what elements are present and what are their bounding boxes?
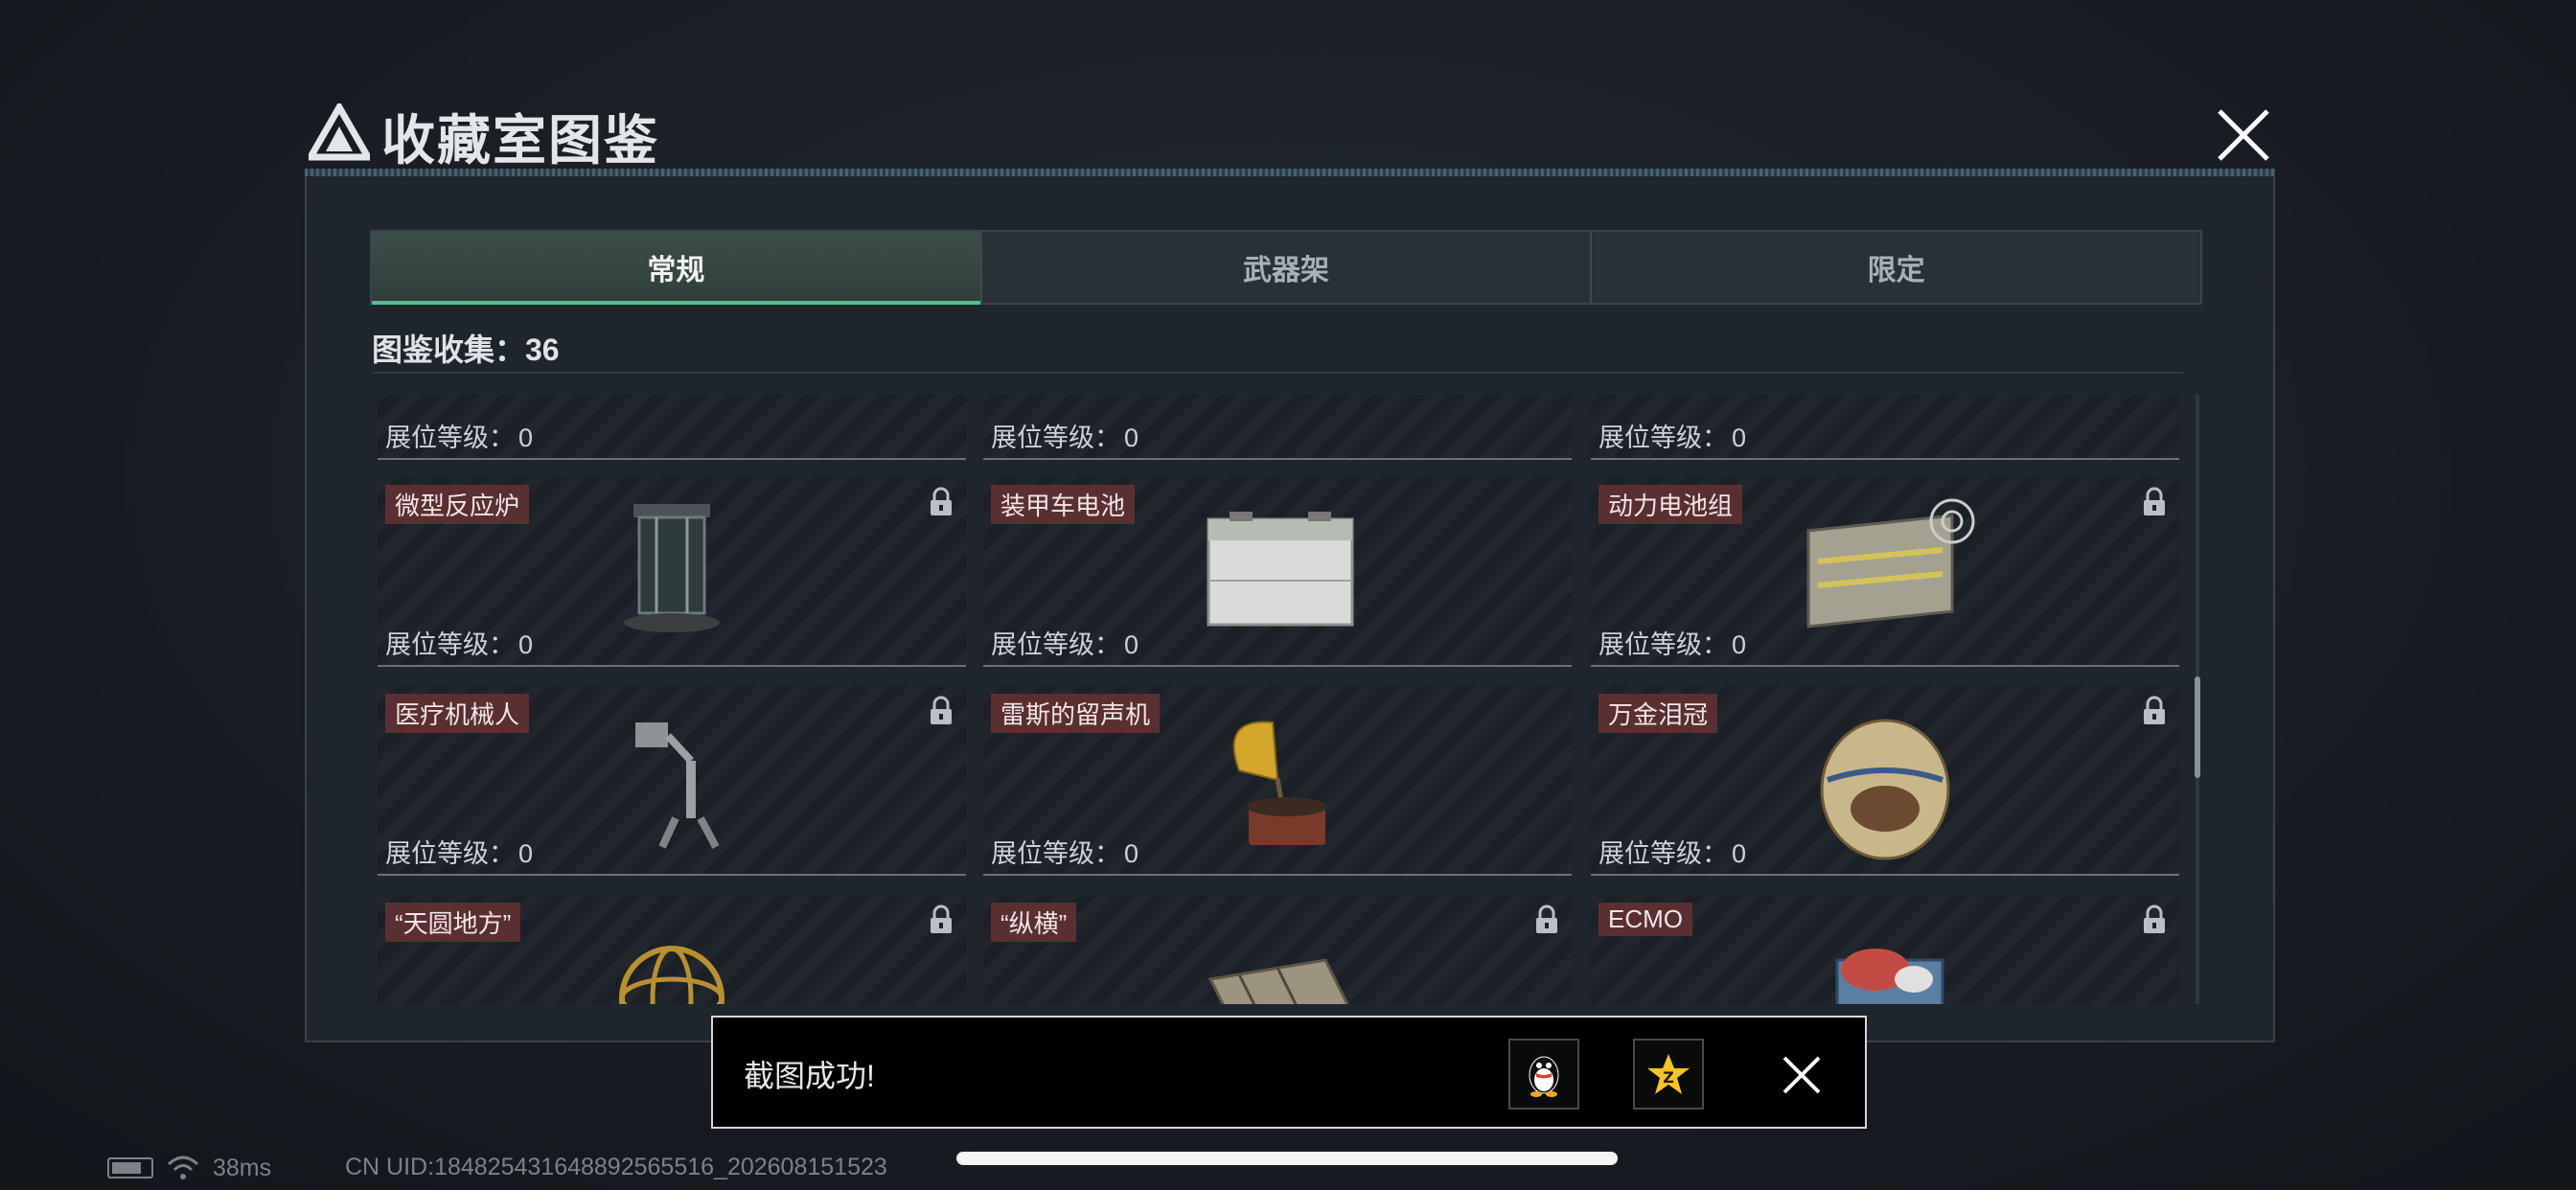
- level-value: 0: [518, 630, 534, 659]
- collection-card[interactable]: 装甲车电池展位等级： 0: [983, 477, 1572, 667]
- partial-item-icon: [576, 395, 768, 450]
- lock-icon: [2144, 904, 2165, 933]
- robot-icon: [635, 722, 720, 849]
- tab-limited[interactable]: 限定: [1592, 232, 2200, 303]
- qzone-star-icon: Z: [1647, 1054, 1690, 1094]
- collection-card[interactable]: ECMO展位等级：0: [1591, 895, 2179, 1004]
- level-label: 展位等级：: [385, 839, 515, 868]
- card-level: 展位等级： 0: [1598, 833, 1746, 870]
- home-indicator[interactable]: [956, 1152, 1618, 1165]
- modal-header: 收藏室图鉴: [305, 92, 2275, 176]
- collection-card[interactable]: 雷斯的留声机 展位等级： 0: [983, 686, 1572, 876]
- lock-icon: [2144, 696, 2165, 724]
- collection-card[interactable]: 万金泪冠展位等级： 0: [1591, 686, 2179, 876]
- chessboard-icon: [1208, 958, 1349, 1004]
- gramophone-icon: [1232, 721, 1327, 845]
- card-name: 万金泪冠: [1598, 694, 1718, 733]
- collection-card[interactable]: 展位等级： 0: [983, 395, 1572, 460]
- collection-card[interactable]: 动力电池组展位等级： 0: [1591, 477, 2179, 667]
- ping-value: 38ms: [213, 1154, 272, 1181]
- level-value: 0: [1732, 839, 1747, 868]
- card-name: 微型反应炉: [385, 485, 530, 524]
- reactor-icon: [624, 504, 720, 632]
- status-bar: 38ms: [107, 1150, 271, 1186]
- lock-icon: [931, 904, 952, 933]
- level-label: 展位等级：: [385, 630, 515, 659]
- level-label: 展位等级：: [991, 839, 1120, 868]
- card-level: 展位等级： 0: [1598, 417, 1746, 454]
- level-label: 展位等级：: [1598, 423, 1728, 452]
- card-level: 展位等级： 0: [385, 833, 533, 870]
- battery-icon: [1207, 512, 1354, 627]
- collection-grid[interactable]: 展位等级： 0 展位等级： 0 展位等级： 0 微型反应炉 展位等级： 0 装甲车电池 展位等级： 0…: [376, 395, 2185, 1004]
- delta-logo-icon: [309, 103, 370, 161]
- card-name: 动力电池组: [1598, 485, 1743, 524]
- partial-item-icon: [1789, 395, 1981, 450]
- battery-icon: [107, 1157, 153, 1179]
- lock-icon: [1536, 904, 1557, 933]
- card-name: 装甲车电池: [991, 485, 1136, 524]
- tab-regular[interactable]: 常规: [372, 232, 982, 305]
- level-value: 0: [1124, 423, 1139, 452]
- svg-text:Z: Z: [1663, 1068, 1674, 1087]
- scrollbar-thumb[interactable]: [2195, 676, 2200, 778]
- level-label: 展位等级：: [385, 423, 515, 452]
- collection-count: 图鉴收集：36: [372, 332, 560, 367]
- level-label: 展位等级：: [991, 423, 1120, 452]
- share-qzone-button[interactable]: Z: [1633, 1039, 1704, 1110]
- screenshot-toast: 截图成功! Z: [711, 1016, 1867, 1129]
- card-level: 展位等级： 0: [385, 417, 533, 454]
- qq-penguin-icon: [1529, 1056, 1559, 1097]
- collection-card[interactable]: “天圆地方”展位等级：0: [378, 895, 966, 1004]
- share-qq-button[interactable]: [1508, 1039, 1579, 1110]
- lock-icon: [2144, 487, 2165, 515]
- card-level: 展位等级： 0: [991, 833, 1138, 870]
- collection-card[interactable]: 医疗机械人展位等级： 0: [378, 686, 966, 876]
- header-divider: [305, 169, 2275, 176]
- ecmo-icon: [1835, 949, 1944, 1004]
- level-value: 0: [1124, 630, 1139, 659]
- card-level: 展位等级： 0: [1598, 624, 1746, 661]
- category-tabs: 常规 武器架 限定: [370, 230, 2202, 305]
- card-name: “纵横”: [991, 903, 1077, 942]
- card-name: “天圆地方”: [385, 903, 521, 942]
- tab-weapon-rack[interactable]: 武器架: [982, 232, 1593, 303]
- count-divider: [372, 372, 2183, 374]
- level-value: 0: [1124, 839, 1139, 868]
- card-level: 展位等级： 0: [991, 624, 1138, 661]
- collection-card[interactable]: 展位等级： 0: [1591, 395, 2179, 460]
- battery-pack-icon: [1806, 498, 1975, 629]
- armillary-icon: [619, 946, 724, 1004]
- toast-close-icon[interactable]: [1781, 1054, 1823, 1096]
- partial-item-icon: [1182, 395, 1373, 450]
- card-name: 雷斯的留声机: [991, 694, 1161, 733]
- collection-card[interactable]: 微型反应炉展位等级： 0: [378, 477, 966, 667]
- level-label: 展位等级：: [1598, 630, 1728, 659]
- level-label: 展位等级：: [1598, 839, 1728, 868]
- wifi-icon: [167, 1156, 199, 1179]
- collection-card[interactable]: 展位等级： 0: [378, 395, 966, 460]
- card-name: 医疗机械人: [385, 694, 530, 733]
- egg-icon: [1820, 719, 1950, 860]
- user-uid: CN UID:184825431648892565516_20260815152…: [345, 1154, 887, 1180]
- collection-card[interactable]: “纵横”展位等级：0: [983, 895, 1572, 1004]
- modal-title: 收藏室图鉴: [381, 110, 659, 171]
- card-name: ECMO: [1598, 903, 1692, 936]
- level-value: 0: [1732, 423, 1747, 452]
- card-level: 展位等级： 0: [385, 624, 533, 661]
- level-label: 展位等级：: [991, 630, 1120, 659]
- close-modal-icon[interactable]: [2212, 103, 2275, 167]
- card-level: 展位等级： 0: [991, 417, 1138, 454]
- toast-message: 截图成功!: [744, 1059, 875, 1093]
- lock-icon: [931, 696, 952, 724]
- level-value: 0: [518, 839, 534, 868]
- lock-icon: [931, 487, 952, 515]
- level-value: 0: [1732, 630, 1747, 659]
- level-value: 0: [518, 423, 534, 452]
